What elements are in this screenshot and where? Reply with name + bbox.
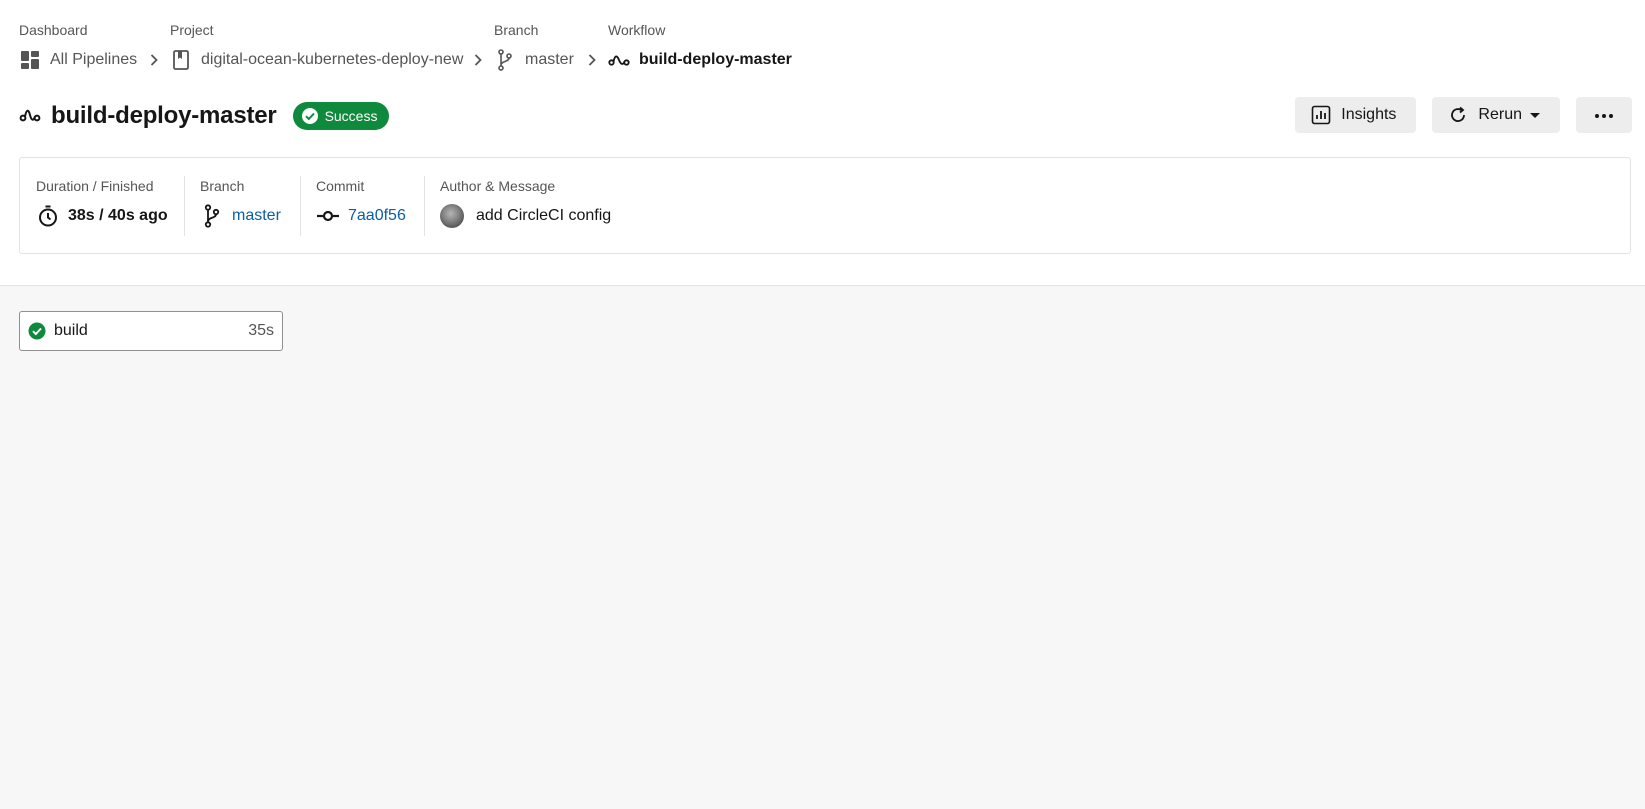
- workflow-meta-card: Duration / Finished 38s / 40s ago Branch…: [19, 157, 1631, 254]
- insights-button[interactable]: Insights: [1295, 97, 1417, 133]
- insights-button-label: Insights: [1341, 106, 1397, 123]
- status-badge: Success: [292, 102, 390, 130]
- rerun-button-label: Rerun: [1478, 106, 1522, 123]
- branch-link[interactable]: master: [200, 204, 281, 228]
- breadcrumb-label: build-deploy-master: [639, 51, 792, 68]
- meta-label: Commit: [316, 178, 365, 194]
- insights-chart-icon: [1311, 105, 1331, 125]
- breadcrumb-heading: Dashboard: [19, 22, 88, 38]
- breadcrumb-label: All Pipelines: [50, 51, 138, 68]
- breadcrumb-current-workflow: build-deploy-master: [608, 49, 792, 71]
- meta-label: Duration / Finished: [36, 178, 154, 194]
- commit-link-text: 7aa0f56: [348, 207, 406, 224]
- chevron-right-icon: [585, 52, 599, 68]
- meta-branch: Branch master: [184, 158, 300, 253]
- branch-icon: [200, 204, 224, 228]
- meta-value: add CircleCI config: [440, 204, 611, 228]
- branch-icon: [494, 49, 516, 71]
- breadcrumb-heading: Branch: [494, 22, 539, 38]
- meta-author-message: Author & Message add CircleCI config: [424, 158, 824, 253]
- breadcrumb: Dashboard All Pipelines Project digital-…: [19, 21, 1219, 71]
- check-circle-icon: [301, 107, 319, 125]
- refresh-icon: [1448, 105, 1468, 125]
- workflow-icon: [19, 105, 41, 127]
- commit-icon: [316, 204, 340, 228]
- dashboard-icon: [19, 49, 41, 71]
- commit-message: add CircleCI config: [476, 207, 612, 224]
- project-book-icon: [170, 49, 192, 71]
- chevron-right-icon: [147, 52, 161, 68]
- breadcrumb-link-branch[interactable]: master: [494, 49, 574, 71]
- duration-finished-text: 38s / 40s ago: [68, 207, 168, 224]
- meta-duration: Duration / Finished 38s / 40s ago: [20, 158, 184, 253]
- branch-link-text: master: [232, 207, 281, 224]
- more-horizontal-icon: [1594, 106, 1614, 124]
- commit-link[interactable]: 7aa0f56: [316, 204, 406, 228]
- page-title: build-deploy-master: [51, 102, 277, 129]
- check-circle-icon: [28, 322, 46, 340]
- meta-label: Author & Message: [440, 178, 556, 194]
- breadcrumb-project: Project digital-ocean-kubernetes-deploy-…: [170, 21, 463, 70]
- workflow-icon: [608, 49, 630, 71]
- breadcrumb-label: digital-ocean-kubernetes-deploy-new: [201, 51, 464, 68]
- more-options-button[interactable]: [1576, 97, 1632, 133]
- job-name: build: [54, 322, 88, 339]
- breadcrumb-link-all-pipelines[interactable]: All Pipelines: [19, 49, 137, 71]
- status-badge-label: Success: [324, 108, 378, 124]
- breadcrumb-heading: Workflow: [608, 22, 666, 38]
- breadcrumb-dashboard: Dashboard All Pipelines: [19, 21, 137, 69]
- meta-commit: Commit 7aa0f56: [300, 158, 424, 253]
- avatar: [440, 204, 464, 228]
- breadcrumb-label: master: [525, 51, 574, 68]
- page-title-row: build-deploy-master Success: [19, 98, 390, 134]
- header-actions: Insights Rerun: [1295, 97, 1632, 133]
- caret-down-icon: [1530, 110, 1540, 120]
- rerun-button[interactable]: Rerun: [1432, 97, 1560, 133]
- breadcrumb-heading: Project: [170, 22, 214, 38]
- breadcrumb-branch: Branch master: [494, 21, 574, 71]
- job-card-build[interactable]: build 35s: [19, 311, 283, 351]
- breadcrumb-link-project[interactable]: digital-ocean-kubernetes-deploy-new: [170, 49, 463, 71]
- meta-value: 38s / 40s ago: [36, 204, 168, 228]
- stopwatch-icon: [36, 204, 60, 228]
- workflow-header-panel: Dashboard All Pipelines Project digital-…: [0, 0, 1645, 286]
- job-duration: 35s: [248, 322, 274, 339]
- meta-label: Branch: [200, 178, 245, 194]
- breadcrumb-workflow: Workflow build-deploy-master: [608, 21, 792, 68]
- chevron-right-icon: [471, 52, 485, 68]
